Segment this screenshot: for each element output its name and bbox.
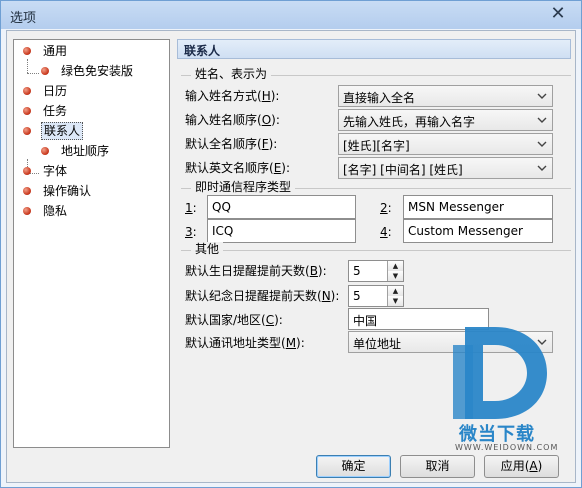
options-category-tree[interactable]: 通用 绿色免安装版 日历 任务 联系人 地址顺序 字体 操作确认 隐私 [13, 39, 170, 448]
im-slot-3-field[interactable]: ICQ [207, 219, 356, 243]
window-title: 选项 [10, 11, 37, 26]
select-value: 先输入姓氏，再输入名字 [343, 115, 476, 129]
im-slot-1-label: 1: [185, 201, 197, 215]
options-dialog: 选项 ✕ 通用 绿色免安装版 日历 任务 联系人 地址顺序 字体 操作确认 隐私… [0, 0, 582, 488]
chevron-down-icon [537, 141, 547, 147]
tree-item-label: 隐私 [43, 204, 68, 218]
tree-item-label: 绿色免安装版 [61, 64, 134, 78]
panel-header: 联系人 [177, 39, 571, 59]
tree-item-label: 操作确认 [43, 184, 92, 198]
apply-label-pre: 应用( [500, 459, 530, 473]
spin-down-icon[interactable]: ▼ [387, 271, 403, 281]
panel-title: 联系人 [184, 44, 221, 58]
apply-label-post: ) [537, 459, 543, 473]
other-group-title: 其他 [191, 242, 224, 256]
stepper-value: 5 [353, 264, 361, 278]
im-slot-3-label: 3: [185, 225, 197, 239]
select-value: 单位地址 [353, 337, 402, 351]
watermark-url: WWW.WEIDOWN.COM [455, 443, 559, 452]
bullet-icon [23, 167, 31, 175]
field-value: ICQ [212, 224, 234, 238]
tree-connector [27, 73, 39, 74]
im-slot-2-field[interactable]: MSN Messenger [403, 195, 553, 219]
title-bar[interactable]: 选项 ✕ [1, 1, 581, 29]
close-button[interactable]: ✕ [549, 5, 567, 23]
apply-accesskey: A [529, 459, 538, 473]
im-slot-4-field[interactable]: Custom Messenger [403, 219, 553, 243]
chevron-down-icon [537, 117, 547, 123]
watermark-logo-icon [453, 327, 547, 419]
select-value: 直接输入全名 [343, 91, 416, 105]
english-name-order-label: 默认英文名顺序(E): [185, 161, 291, 175]
birthday-reminder-label: 默认生日提醒提前天数(B): [185, 264, 327, 278]
field-value: 中国 [353, 314, 378, 328]
anniversary-reminder-label: 默认纪念日提醒提前天数(N): [185, 289, 340, 303]
chevron-down-icon [537, 93, 547, 99]
full-name-order-select[interactable]: [姓氏][名字] [338, 133, 553, 155]
tree-item-label: 联系人 [41, 122, 84, 140]
english-name-order-select[interactable]: [名字] [中间名] [姓氏] [338, 157, 553, 179]
full-name-order-label: 默认全名顺序(F): [185, 137, 278, 151]
im-slot-4-label: 4: [380, 225, 392, 239]
tree-item-label: 日历 [43, 84, 68, 98]
address-type-label: 默认通讯地址类型(M): [185, 336, 305, 350]
select-value: [名字] [中间名] [姓氏] [343, 163, 463, 177]
tree-item-label: 通用 [43, 44, 68, 58]
bullet-icon [23, 107, 31, 115]
name-group-title: 姓名、表示为 [191, 67, 272, 81]
bullet-icon [23, 47, 31, 55]
bullet-icon [23, 207, 31, 215]
field-value: Custom Messenger [408, 224, 523, 238]
tree-item-label: 字体 [43, 164, 68, 178]
im-slot-2-label: 2: [380, 201, 392, 215]
anniversary-reminder-stepper[interactable]: 5 ▲ ▼ [348, 285, 404, 307]
bullet-icon [23, 187, 31, 195]
group-divider [181, 250, 571, 251]
stepper-value: 5 [353, 289, 361, 303]
bullet-icon [23, 87, 31, 95]
field-value: MSN Messenger [408, 200, 504, 214]
chevron-down-icon [537, 165, 547, 171]
apply-button[interactable]: 应用(A) [484, 455, 559, 478]
dialog-client-area: 通用 绿色免安装版 日历 任务 联系人 地址顺序 字体 操作确认 隐私 联系人 … [6, 30, 576, 483]
bullet-icon [23, 127, 31, 135]
im-slot-1-field[interactable]: QQ [207, 195, 356, 219]
cancel-button[interactable]: 取消 [400, 455, 475, 478]
spin-down-icon[interactable]: ▼ [387, 296, 403, 306]
ok-button[interactable]: 确定 [316, 455, 391, 478]
tree-connector [27, 59, 28, 73]
name-input-order-label: 输入姓名顺序(O): [185, 113, 280, 127]
field-value: QQ [212, 200, 231, 214]
select-value: [姓氏][名字] [343, 139, 410, 153]
bullet-icon [41, 67, 49, 75]
default-country-label: 默认国家/地区(C): [185, 313, 283, 327]
tree-item-label: 地址顺序 [61, 144, 110, 158]
name-input-mode-label: 输入姓名方式(H): [185, 89, 280, 103]
birthday-reminder-stepper[interactable]: 5 ▲ ▼ [348, 260, 404, 282]
name-input-order-select[interactable]: 先输入姓氏，再输入名字 [338, 109, 553, 131]
tree-item-label: 任务 [43, 104, 68, 118]
name-input-mode-select[interactable]: 直接输入全名 [338, 85, 553, 107]
bullet-icon [41, 147, 49, 155]
im-group-title: 即时通信程序类型 [191, 180, 296, 194]
